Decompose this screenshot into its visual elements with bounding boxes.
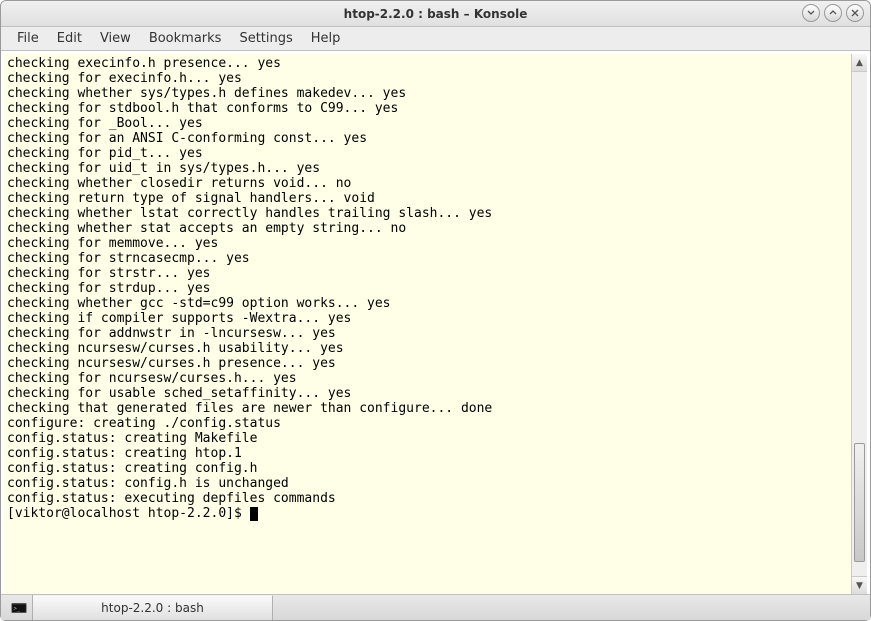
terminal-output[interactable]: checking execinfo.h presence... yes chec… [4,54,851,594]
scroll-thumb[interactable] [854,443,865,562]
svg-text:>_: >_ [13,606,20,612]
menu-help[interactable]: Help [303,28,349,49]
scrollbar[interactable]: ▲ ▼ [851,54,867,594]
menu-edit[interactable]: Edit [49,28,90,49]
window-titlebar: htop-2.2.0 : bash – Konsole [1,1,870,27]
cursor [250,507,258,521]
tab-bar: >_ htop-2.2.0 : bash [1,594,870,620]
tab-label: htop-2.2.0 : bash [101,601,204,615]
close-button[interactable] [846,4,864,22]
maximize-button[interactable] [824,4,842,22]
tab-active[interactable]: htop-2.2.0 : bash [33,595,273,620]
menu-bookmarks[interactable]: Bookmarks [141,28,230,49]
scroll-up-arrow-icon[interactable]: ▲ [852,54,867,72]
menu-view[interactable]: View [92,28,139,49]
terminal-icon: >_ [11,602,27,614]
window-controls [802,4,864,22]
window-title: htop-2.2.0 : bash – Konsole [344,7,528,21]
scroll-down-arrow-icon[interactable]: ▼ [852,576,867,594]
menu-bar: File Edit View Bookmarks Settings Help [1,27,870,51]
menu-settings[interactable]: Settings [231,28,300,49]
new-tab-button[interactable]: >_ [5,595,33,620]
terminal-area: checking execinfo.h presence... yes chec… [4,54,867,594]
minimize-button[interactable] [802,4,820,22]
shell-prompt: [viktor@localhost htop-2.2.0]$ [7,506,250,521]
menu-file[interactable]: File [9,28,47,49]
